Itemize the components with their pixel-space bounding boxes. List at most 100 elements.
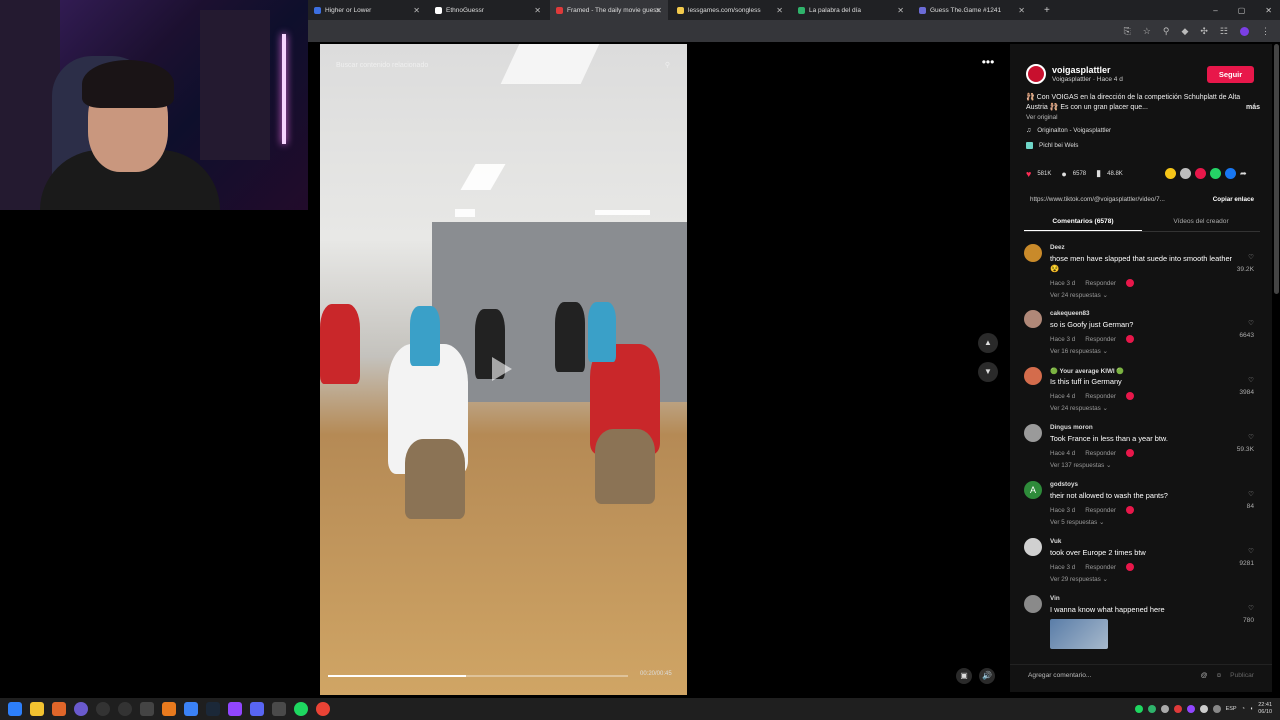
app-icon[interactable] xyxy=(140,702,154,716)
share-pinterest-icon[interactable] xyxy=(1195,168,1206,179)
comment-like[interactable]: ♡ 9281 xyxy=(1239,546,1254,570)
share-facebook-icon[interactable] xyxy=(1225,168,1236,179)
reply-button[interactable]: Responder xyxy=(1085,280,1116,287)
tab-0[interactable]: Higher or Lower ✕ xyxy=(308,0,426,20)
install-icon[interactable]: ⎘ xyxy=(1124,26,1131,37)
more-link[interactable]: más xyxy=(1246,103,1260,113)
reply-button[interactable]: Responder xyxy=(1085,564,1116,571)
avatar[interactable] xyxy=(1024,595,1042,613)
play-icon[interactable] xyxy=(492,357,512,381)
reply-button[interactable]: Responder xyxy=(1085,450,1116,457)
twitch-icon[interactable] xyxy=(228,702,242,716)
comment-like[interactable]: ♡ 39.2K xyxy=(1237,252,1254,276)
avatar[interactable] xyxy=(1024,310,1042,328)
reply-button[interactable]: Responder xyxy=(1085,507,1116,514)
comment-username[interactable]: Deez xyxy=(1050,244,1065,251)
publish-button[interactable]: Publicar xyxy=(1230,672,1254,679)
heart-outline-icon[interactable]: ♡ xyxy=(1239,375,1254,387)
close-icon[interactable]: ✕ xyxy=(1018,6,1025,15)
heart-outline-icon[interactable]: ♡ xyxy=(1247,489,1254,501)
save-button[interactable]: ▮ 48.8K xyxy=(1096,168,1123,179)
tray-icon[interactable] xyxy=(1134,705,1143,713)
follow-button[interactable]: Seguir xyxy=(1207,66,1254,83)
volume-tray-icon[interactable]: ◖ xyxy=(1250,706,1253,712)
heart-outline-icon[interactable]: ♡ xyxy=(1239,318,1254,330)
tab-creator-videos[interactable]: Vídeos del creador xyxy=(1142,214,1260,231)
close-icon[interactable]: ✕ xyxy=(413,6,420,15)
heart-outline-icon[interactable]: ♡ xyxy=(1237,252,1254,264)
minimize-icon[interactable]: – xyxy=(1213,6,1217,15)
heart-outline-icon[interactable]: ♡ xyxy=(1243,603,1254,615)
comment-like[interactable]: ♡ 59.3K xyxy=(1237,432,1254,456)
comment-username[interactable]: cakequeen83 xyxy=(1050,310,1090,317)
comment-like[interactable]: ♡ 84 xyxy=(1247,489,1254,513)
volume-icon[interactable]: 🔊 xyxy=(979,668,995,684)
close-icon[interactable]: ✕ xyxy=(655,6,662,15)
comment-like[interactable]: ♡ 780 xyxy=(1243,603,1254,627)
comment-button[interactable]: ● 6578 xyxy=(1061,169,1086,179)
view-replies-button[interactable]: Ver 24 respuestas ⌄ xyxy=(1050,292,1108,299)
copy-link-button[interactable]: Copiar enlace xyxy=(1213,196,1254,203)
tab-2[interactable]: Framed - The daily movie guess ✕ xyxy=(550,0,668,20)
comment-username[interactable]: Vuk xyxy=(1050,538,1061,545)
author-block[interactable]: voigasplattler Voigasplattler · Hace 4 d xyxy=(1026,64,1123,84)
tab-3[interactable]: lessgames.com/songless ✕ xyxy=(671,0,789,20)
comment-username[interactable]: Dingus moron xyxy=(1050,424,1093,431)
like-button[interactable]: ♥ 581K xyxy=(1026,169,1051,179)
next-video-button[interactable]: ▼ xyxy=(978,362,998,382)
start-icon[interactable] xyxy=(8,702,22,716)
close-icon[interactable]: ✕ xyxy=(776,6,783,15)
avatar[interactable] xyxy=(1240,26,1249,36)
previous-video-button[interactable]: ▲ xyxy=(978,333,998,353)
clock[interactable]: 22:41 06/10 xyxy=(1258,702,1272,716)
avatar[interactable] xyxy=(1024,424,1042,442)
tray-icon[interactable] xyxy=(1173,705,1182,713)
app-icon[interactable] xyxy=(184,702,198,716)
file-explorer-icon[interactable] xyxy=(30,702,44,716)
view-replies-button[interactable]: Ver 29 respuestas ⌄ xyxy=(1050,576,1108,583)
app-icon[interactable] xyxy=(162,702,176,716)
tray-icon[interactable] xyxy=(1160,705,1169,713)
author-name[interactable]: voigasplattler xyxy=(1052,65,1123,75)
bookmark-star-icon[interactable]: ☆ xyxy=(1143,26,1151,37)
captions-icon[interactable]: ▣ xyxy=(956,668,972,684)
heart-outline-icon[interactable]: ♡ xyxy=(1239,546,1254,558)
share-arrow-icon[interactable]: ➦ xyxy=(1240,168,1251,179)
view-replies-button[interactable]: Ver 24 respuestas ⌄ xyxy=(1050,405,1108,412)
tab-4[interactable]: La palabra del día ✕ xyxy=(792,0,910,20)
close-window-icon[interactable]: ✕ xyxy=(1265,6,1272,15)
reply-button[interactable]: Responder xyxy=(1085,393,1116,400)
puzzle-icon[interactable]: ✣ xyxy=(1200,26,1208,37)
profile-icon[interactable]: ☷ xyxy=(1220,26,1228,37)
avatar[interactable] xyxy=(1024,367,1042,385)
steam-icon[interactable] xyxy=(206,702,220,716)
app-icon[interactable] xyxy=(118,702,132,716)
avatar[interactable] xyxy=(1024,244,1042,262)
extension-icon[interactable]: ◆ xyxy=(1181,26,1188,37)
comment-username[interactable]: godstoys xyxy=(1050,481,1078,488)
tray-icon[interactable] xyxy=(1199,705,1208,713)
avatar[interactable] xyxy=(1024,538,1042,556)
tab-5[interactable]: Guess The.Game #1241 ✕ xyxy=(913,0,1031,20)
post-link[interactable]: https://www.tiktok.com/@voigasplattler/v… xyxy=(1030,196,1165,203)
app-icon[interactable] xyxy=(96,702,110,716)
new-tab-button[interactable]: + xyxy=(1044,5,1050,16)
language-indicator[interactable]: ESP xyxy=(1226,706,1237,712)
tab-comments[interactable]: Comentarios (6578) xyxy=(1024,214,1142,231)
more-options-button[interactable]: ••• xyxy=(978,55,998,71)
comment-like[interactable]: ♡ 6643 xyxy=(1239,318,1254,342)
view-replies-button[interactable]: Ver 16 respuestas ⌄ xyxy=(1050,348,1108,355)
comment-input[interactable]: Agregar comentario... xyxy=(1028,672,1091,679)
maximize-icon[interactable]: ▢ xyxy=(1238,6,1246,15)
see-original-link[interactable]: Ver original xyxy=(1026,114,1058,121)
progress-bar[interactable] xyxy=(328,675,628,677)
emoji-icon[interactable]: ☺ xyxy=(1215,672,1222,679)
spotify-icon[interactable] xyxy=(294,702,308,716)
comment-like[interactable]: ♡ 3984 xyxy=(1239,375,1254,399)
tab-1[interactable]: EthnoGuessr ✕ xyxy=(429,0,547,20)
extension-icon[interactable]: ⚲ xyxy=(1163,26,1170,37)
heart-outline-icon[interactable]: ♡ xyxy=(1237,432,1254,444)
mention-icon[interactable]: @ xyxy=(1201,672,1208,679)
comment-image[interactable] xyxy=(1050,619,1108,649)
app-icon[interactable] xyxy=(74,702,88,716)
